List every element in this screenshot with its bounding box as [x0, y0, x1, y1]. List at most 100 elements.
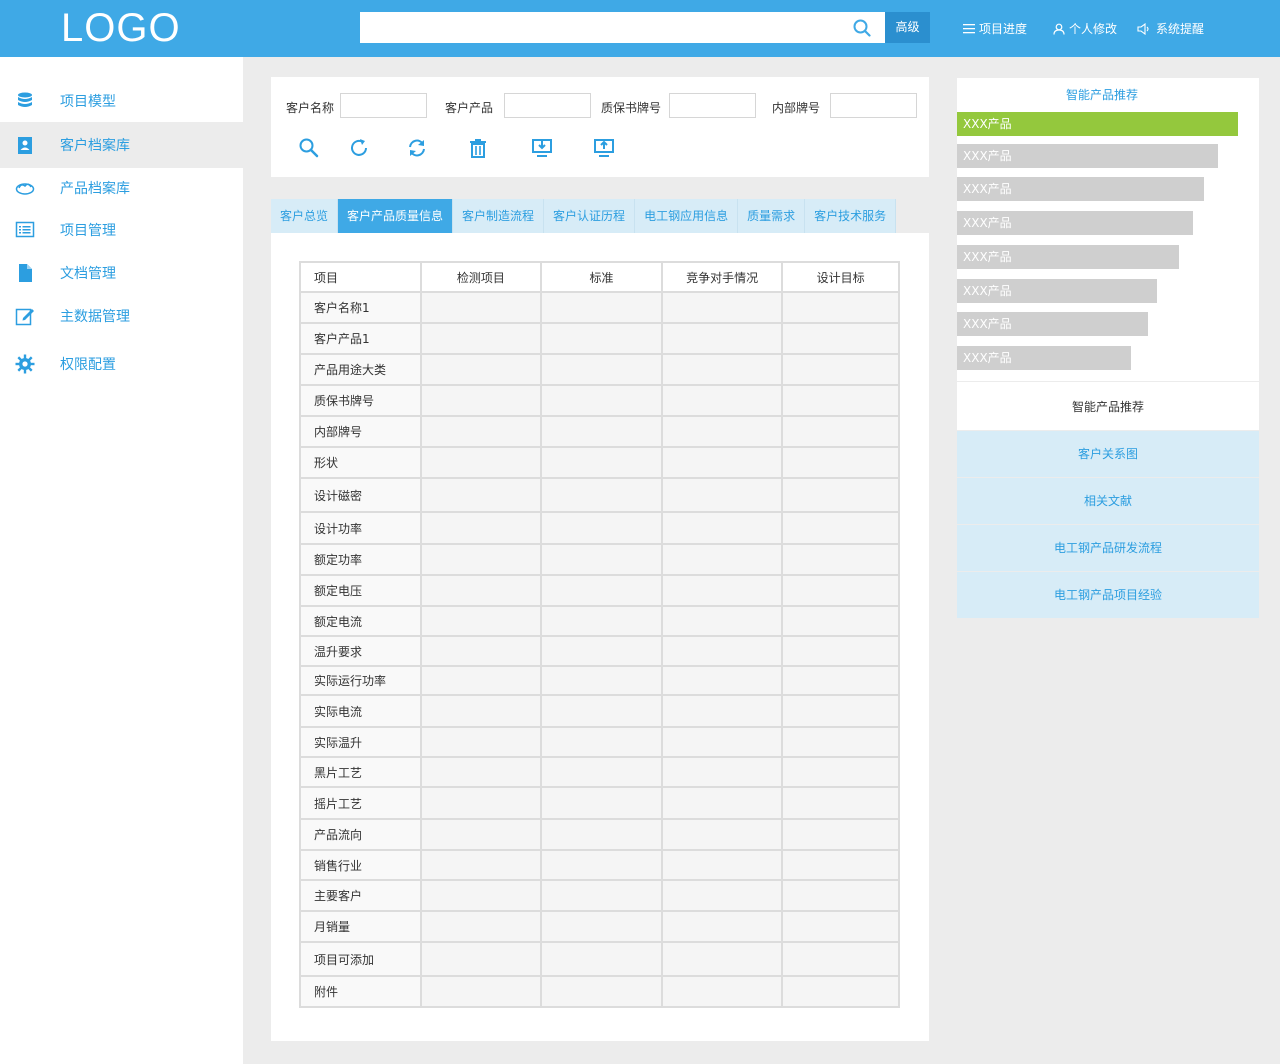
table-cell[interactable]: [660, 415, 784, 448]
table-cell[interactable]: [419, 291, 543, 324]
search-icon[interactable]: [298, 137, 320, 159]
table-cell[interactable]: [419, 477, 543, 513]
table-cell[interactable]: [540, 635, 663, 667]
search-icon[interactable]: [853, 19, 871, 37]
table-cell[interactable]: [781, 941, 900, 977]
table-cell[interactable]: [660, 910, 784, 943]
recommend-bar[interactable]: XXX产品: [957, 112, 1238, 136]
table-cell[interactable]: [660, 543, 784, 576]
table-cell[interactable]: [419, 879, 543, 912]
table-cell[interactable]: [419, 635, 543, 667]
table-cell[interactable]: [419, 975, 543, 1008]
refresh-icon[interactable]: [348, 137, 370, 159]
table-cell[interactable]: [540, 786, 663, 820]
table-cell[interactable]: [660, 635, 784, 667]
internal-grade-input[interactable]: [830, 93, 917, 118]
recommend-bar[interactable]: XXX产品: [957, 211, 1193, 235]
sidebar-item-customer-archive[interactable]: 客户档案库: [0, 122, 243, 168]
table-cell[interactable]: [781, 511, 900, 545]
table-cell[interactable]: [660, 574, 784, 607]
table-cell[interactable]: [781, 975, 900, 1008]
table-cell[interactable]: [781, 384, 900, 417]
table-cell[interactable]: [660, 665, 784, 696]
table-cell[interactable]: [781, 694, 900, 728]
table-cell[interactable]: [660, 879, 784, 912]
table-cell[interactable]: [781, 446, 900, 479]
table-cell[interactable]: [419, 605, 543, 637]
table-cell[interactable]: [660, 849, 784, 881]
table-cell[interactable]: [660, 941, 784, 977]
table-cell[interactable]: [540, 910, 663, 943]
table-cell[interactable]: [540, 665, 663, 696]
table-cell[interactable]: [540, 818, 663, 851]
table-cell[interactable]: [419, 384, 543, 417]
table-cell[interactable]: [781, 665, 900, 696]
table-cell[interactable]: [540, 477, 663, 513]
table-cell[interactable]: [419, 941, 543, 977]
table-cell[interactable]: [540, 574, 663, 607]
sidebar-item-project-model[interactable]: 项目模型: [0, 78, 243, 124]
table-cell[interactable]: [660, 818, 784, 851]
recommend-bar[interactable]: XXX产品: [957, 144, 1218, 168]
table-cell[interactable]: [781, 726, 900, 758]
table-cell[interactable]: [540, 941, 663, 977]
tab-item[interactable]: 质量需求: [738, 199, 806, 233]
link-related-literature[interactable]: 相关文献: [957, 478, 1259, 524]
table-cell[interactable]: [660, 694, 784, 728]
table-cell[interactable]: [660, 384, 784, 417]
tab-item[interactable]: 电工钢应用信息: [635, 199, 739, 233]
table-cell[interactable]: [781, 910, 900, 943]
tab-item[interactable]: 客户认证历程: [544, 199, 636, 233]
import-icon[interactable]: [531, 137, 553, 159]
recommend-bar[interactable]: XXX产品: [957, 312, 1148, 336]
link-project-experience[interactable]: 电工钢产品项目经验: [957, 572, 1259, 618]
table-cell[interactable]: [540, 384, 663, 417]
table-cell[interactable]: [660, 726, 784, 758]
table-cell[interactable]: [540, 849, 663, 881]
table-cell[interactable]: [540, 511, 663, 545]
table-cell[interactable]: [419, 726, 543, 758]
sidebar-item-product-archive[interactable]: 产品档案库: [0, 165, 243, 211]
table-cell[interactable]: [660, 786, 784, 820]
table-cell[interactable]: [540, 694, 663, 728]
table-cell[interactable]: [419, 511, 543, 545]
sync-icon[interactable]: [406, 137, 428, 159]
table-cell[interactable]: [781, 786, 900, 820]
nav-system-alerts[interactable]: 系统提醒: [1137, 20, 1204, 37]
table-cell[interactable]: [781, 756, 900, 788]
customer-product-input[interactable]: [504, 93, 591, 118]
table-cell[interactable]: [540, 879, 663, 912]
table-cell[interactable]: [540, 756, 663, 788]
link-rd-process[interactable]: 电工钢产品研发流程: [957, 525, 1259, 571]
tab-item[interactable]: 客户产品质量信息: [338, 199, 454, 233]
table-cell[interactable]: [660, 975, 784, 1008]
table-cell[interactable]: [419, 818, 543, 851]
table-cell[interactable]: [781, 322, 900, 355]
recommend-bar[interactable]: XXX产品: [957, 177, 1204, 201]
table-cell[interactable]: [781, 543, 900, 576]
table-cell[interactable]: [781, 353, 900, 386]
sidebar-item-document-management[interactable]: 文档管理: [0, 250, 243, 296]
table-cell[interactable]: [419, 910, 543, 943]
tab-item[interactable]: 客户制造流程: [453, 199, 545, 233]
table-cell[interactable]: [419, 446, 543, 479]
table-cell[interactable]: [660, 322, 784, 355]
table-cell[interactable]: [419, 353, 543, 386]
tab-item[interactable]: 客户总览: [271, 199, 339, 233]
table-cell[interactable]: [540, 605, 663, 637]
table-cell[interactable]: [419, 415, 543, 448]
table-cell[interactable]: [781, 605, 900, 637]
table-cell[interactable]: [540, 415, 663, 448]
table-cell[interactable]: [419, 543, 543, 576]
search-input[interactable]: [360, 12, 840, 43]
table-cell[interactable]: [419, 574, 543, 607]
table-cell[interactable]: [781, 415, 900, 448]
table-cell[interactable]: [540, 353, 663, 386]
sidebar-item-master-data[interactable]: 主数据管理: [0, 293, 243, 339]
nav-personal-edit[interactable]: 个人修改: [1053, 20, 1117, 37]
table-cell[interactable]: [660, 511, 784, 545]
table-cell[interactable]: [540, 975, 663, 1008]
table-cell[interactable]: [660, 756, 784, 788]
recommend-bar[interactable]: XXX产品: [957, 346, 1131, 370]
table-cell[interactable]: [781, 849, 900, 881]
